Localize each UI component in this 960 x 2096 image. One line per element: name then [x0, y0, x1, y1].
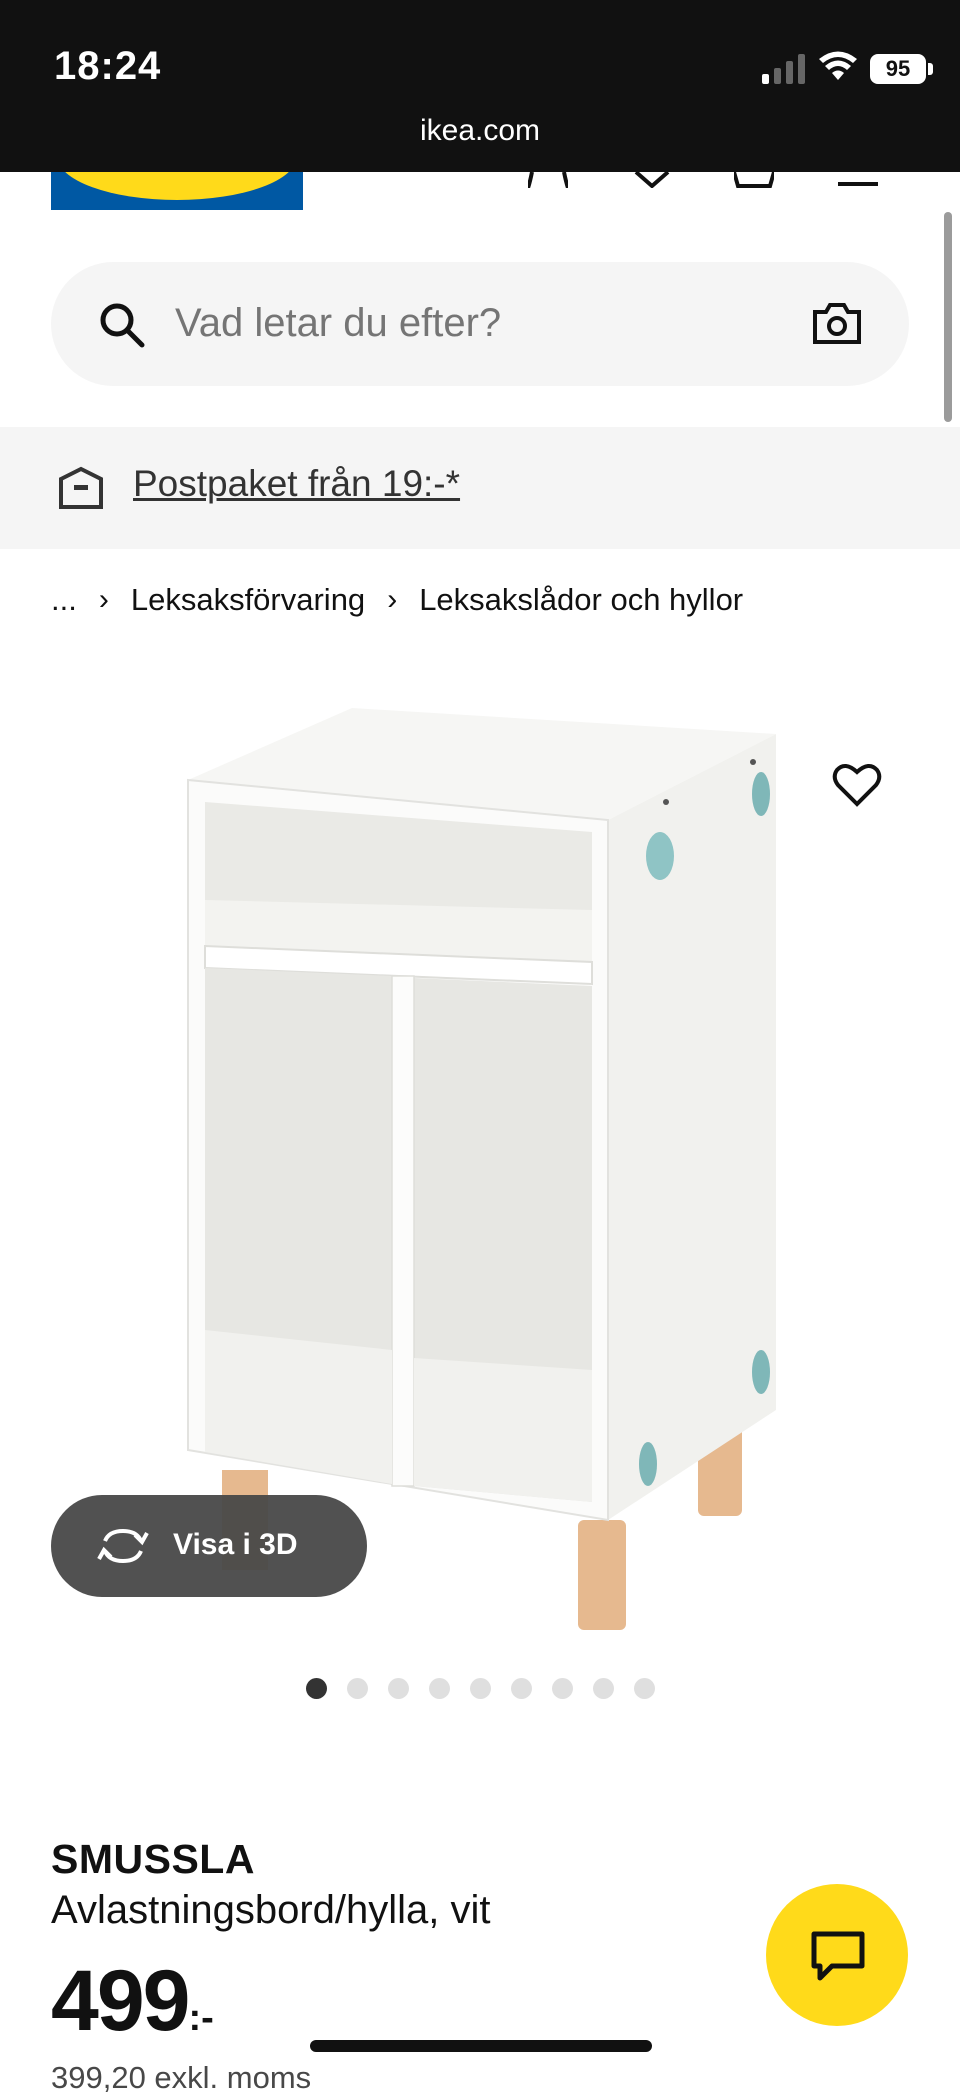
gallery-dot[interactable] — [633, 1678, 655, 1699]
breadcrumb-item-leksakslador[interactable]: Leksakslådor och hyllor — [419, 582, 743, 618]
knob — [639, 1442, 657, 1486]
browser-url[interactable]: ikea.com — [0, 114, 960, 148]
knob — [752, 772, 770, 816]
search-icon[interactable] — [99, 302, 145, 348]
battery-icon: 95 — [870, 54, 926, 84]
knob — [752, 1350, 770, 1394]
search-bar[interactable] — [51, 262, 909, 386]
price-value: 499 — [51, 1953, 190, 2049]
home-indicator[interactable] — [310, 2040, 652, 2052]
chevron-right-icon: › — [387, 583, 398, 616]
product-price: 499:- — [51, 1958, 214, 2061]
search-input[interactable] — [173, 300, 777, 347]
product-description: Avlastningsbord/hylla, vit — [51, 1888, 491, 1932]
logo-ellipse — [57, 172, 297, 200]
gallery-dot[interactable] — [469, 1678, 491, 1699]
price-suffix: :- — [188, 1997, 214, 2039]
rotate-3d-icon — [97, 1528, 149, 1564]
product-name: SMUSSLA — [51, 1836, 255, 1882]
promo-banner: Postpaket från 19:-* — [0, 427, 960, 549]
status-bar: 18:24 95 ikea.com — [0, 0, 960, 172]
gallery-dot[interactable] — [592, 1678, 614, 1699]
bag-icon[interactable] — [734, 172, 774, 188]
price-ex-vat: 399,20 exkl. moms — [51, 2060, 312, 2095]
signal-icon — [762, 54, 805, 84]
gallery-pagination — [0, 1678, 960, 1699]
knob — [646, 832, 674, 880]
breadcrumb-ellipsis[interactable]: ... — [51, 582, 77, 618]
divider — [391, 975, 415, 1487]
side-panel — [608, 734, 776, 1520]
gallery-dot[interactable] — [510, 1678, 532, 1699]
view-in-3d-button[interactable]: Visa i 3D — [51, 1495, 367, 1597]
wifi-icon — [819, 51, 857, 80]
ikea-logo[interactable] — [51, 172, 303, 210]
status-time: 18:24 — [54, 44, 162, 88]
camera-icon[interactable] — [811, 300, 863, 346]
gallery-dot[interactable] — [387, 1678, 409, 1699]
gallery-dot[interactable] — [428, 1678, 450, 1699]
battery-cap — [928, 63, 933, 75]
box-icon — [59, 466, 103, 509]
heart-icon[interactable] — [632, 172, 672, 188]
chat-bubble-icon — [811, 1931, 865, 1981]
menu-icon[interactable] — [838, 172, 878, 188]
gallery-dot[interactable] — [346, 1678, 368, 1699]
breadcrumb-item-leksaksforvaring[interactable]: Leksaksförvaring — [131, 582, 365, 618]
breadcrumb: ... › Leksaksförvaring › Leksakslådor oc… — [51, 582, 743, 618]
leg-front-right — [578, 1520, 626, 1630]
gallery-dot[interactable] — [305, 1678, 327, 1699]
chevron-right-icon: › — [98, 583, 109, 616]
chat-button[interactable] — [766, 1884, 908, 2026]
favorite-heart-icon[interactable] — [832, 762, 882, 808]
page-scrollbar[interactable] — [944, 212, 952, 422]
user-icon[interactable] — [528, 172, 568, 188]
gallery-dot[interactable] — [551, 1678, 573, 1699]
view-in-3d-label: Visa i 3D — [173, 1528, 298, 1561]
promo-link[interactable]: Postpaket från 19:-* — [133, 463, 460, 505]
